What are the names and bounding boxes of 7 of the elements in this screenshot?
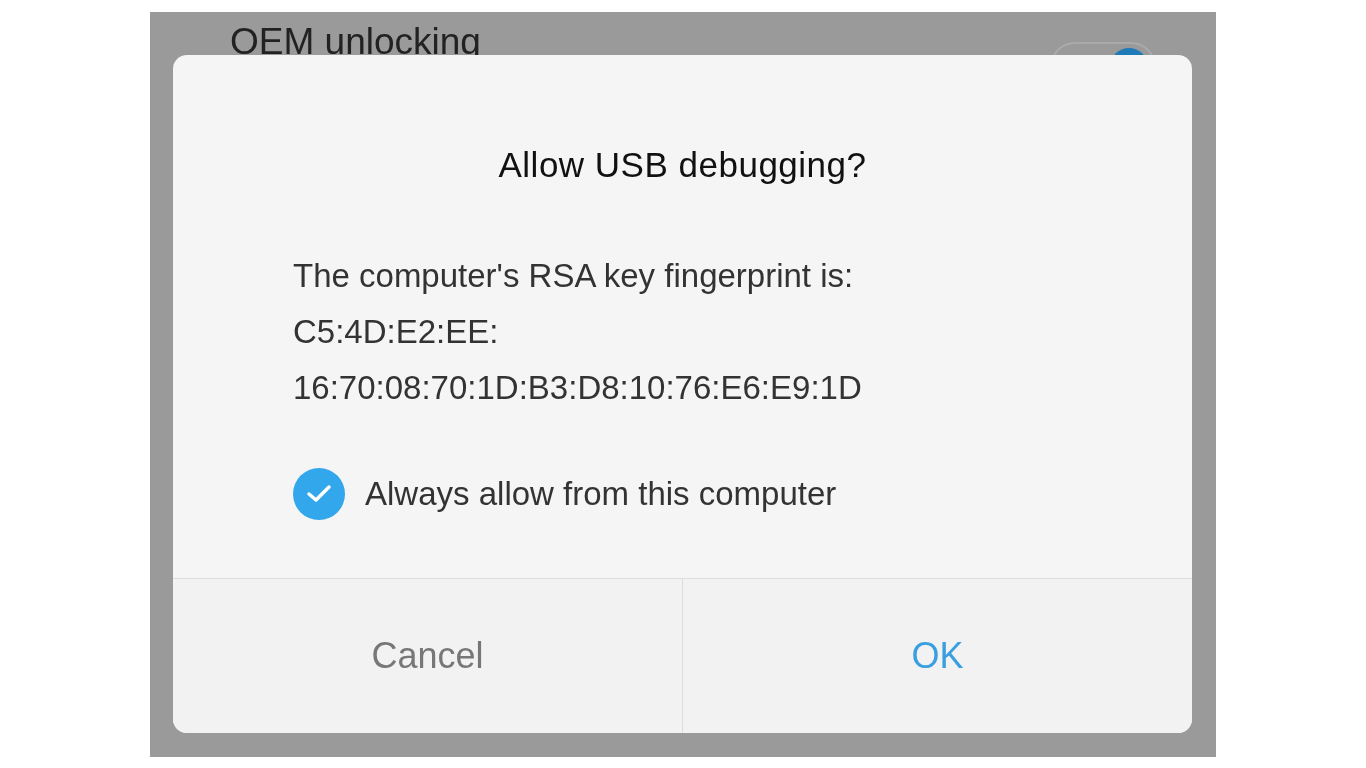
setting-label: OEM unlocking	[230, 22, 481, 62]
checkbox-label[interactable]: Always allow from this computer	[365, 468, 837, 519]
check-icon	[306, 483, 332, 504]
ok-button[interactable]: OK	[682, 579, 1192, 733]
dialog-message: The computer's RSA key fingerprint is: C5:4D:E2:EE: 16:70:08:70:1D:B3:D8:10:76:E6:E9:1D	[293, 255, 863, 408]
dialog-title: Allow USB debugging?	[498, 144, 867, 186]
checkbox[interactable]	[293, 467, 345, 520]
